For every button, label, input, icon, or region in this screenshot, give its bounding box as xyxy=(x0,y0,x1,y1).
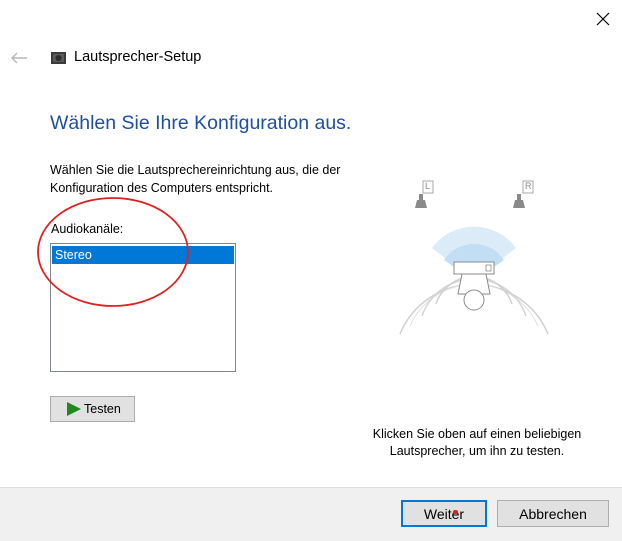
right-speaker[interactable]: R xyxy=(510,180,536,208)
description-text: Wählen Sie die Lautsprechereinrichtung a… xyxy=(50,163,341,195)
page-heading: Wählen Sie Ihre Konfiguration aus. xyxy=(50,112,352,134)
footer-bar: Weiter Abbrechen xyxy=(0,487,622,541)
close-icon xyxy=(596,12,610,26)
cursor-marker xyxy=(453,510,458,514)
play-icon xyxy=(66,401,82,417)
hint-text: Klicken Sie oben auf einen beliebigen La… xyxy=(372,427,582,458)
left-speaker-label: L xyxy=(425,181,431,191)
right-speaker-label: R xyxy=(525,181,532,191)
back-button[interactable] xyxy=(6,46,32,70)
close-button[interactable] xyxy=(584,0,622,38)
cancel-button[interactable]: Abbrechen xyxy=(497,500,609,527)
test-button[interactable]: Testen xyxy=(50,396,135,422)
window-title: Lautsprecher-Setup xyxy=(74,49,202,65)
back-arrow-icon xyxy=(11,52,27,64)
speaker-setup-window: Lautsprecher-Setup Wählen Sie Ihre Konfi… xyxy=(0,0,622,541)
next-button[interactable]: Weiter xyxy=(401,500,487,527)
annotation-circle xyxy=(37,197,189,307)
left-speaker[interactable]: L xyxy=(410,180,436,208)
test-button-label: Testen xyxy=(84,402,121,416)
speaker-setup-icon xyxy=(51,52,66,64)
